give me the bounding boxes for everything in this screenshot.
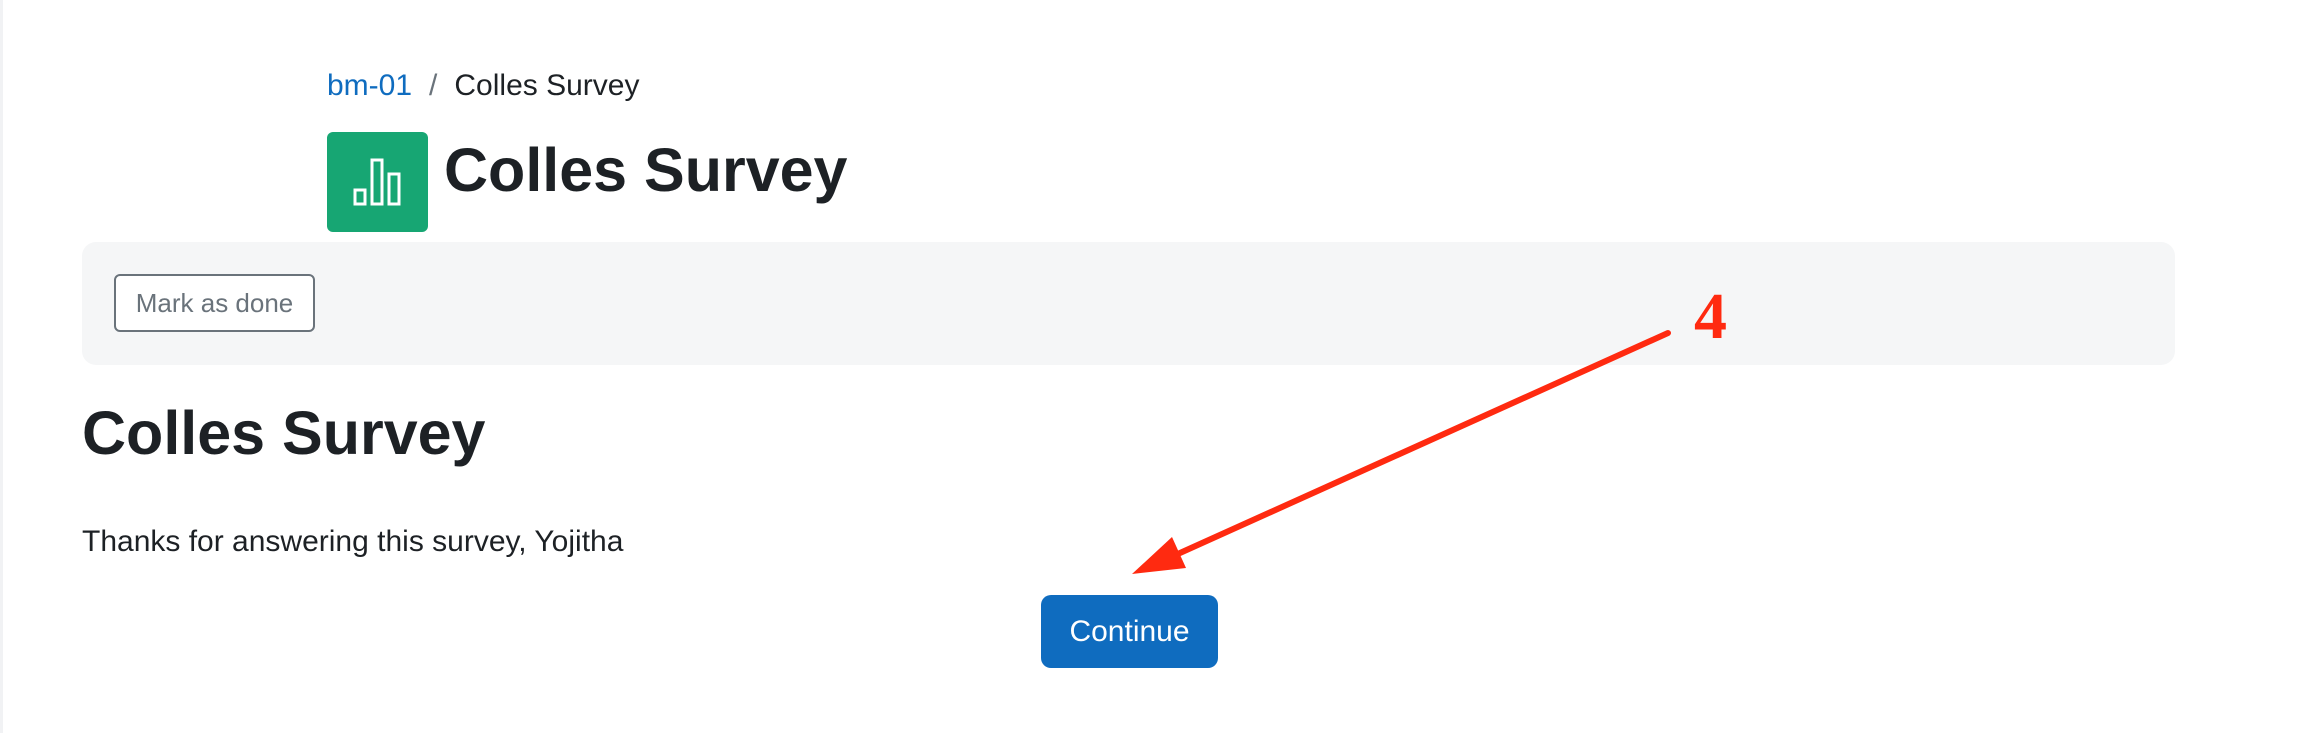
annotation-step-number: 4 [1694, 280, 1727, 353]
annotation-arrow [1132, 330, 1671, 574]
